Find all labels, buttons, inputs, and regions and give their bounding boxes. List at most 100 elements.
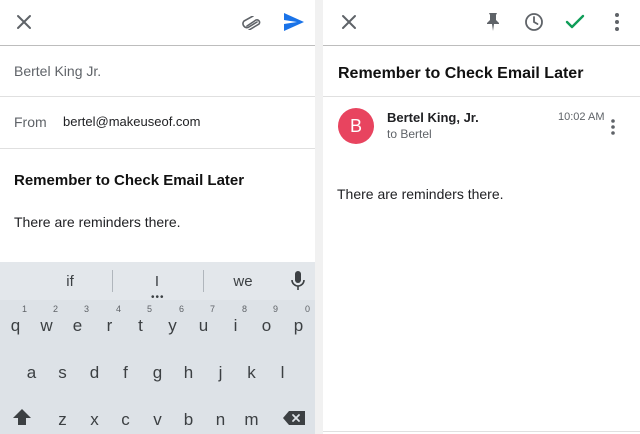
compose-toolbar — [0, 0, 315, 46]
key-label: z — [58, 410, 67, 429]
bottom-divider — [323, 431, 640, 432]
sender-name: Bertel King, Jr. — [387, 110, 479, 125]
key-label: f — [123, 363, 128, 382]
key-y[interactable]: 6y — [158, 302, 187, 346]
panel-divider — [315, 0, 323, 434]
key-label: d — [89, 363, 100, 382]
key-label: q — [10, 316, 21, 335]
suggestion-1[interactable]: if — [55, 273, 85, 290]
message-body: There are reminders there. — [337, 186, 504, 202]
key-hint: 2 — [52, 304, 58, 314]
key-hint: 7 — [209, 304, 215, 314]
key-label: b — [183, 410, 194, 429]
suggestion-bar: if I ••• we — [0, 262, 315, 303]
key-z[interactable]: z — [48, 396, 77, 434]
to-field[interactable]: Bertel King Jr. — [0, 47, 315, 97]
message-more-icon[interactable] — [605, 116, 621, 138]
body-field[interactable]: There are reminders there. — [14, 214, 181, 230]
keyboard: if I ••• we 1q 2w 3e 4r 5t 6y 7u 8i 9o 0… — [0, 262, 315, 434]
key-label: w — [40, 316, 53, 335]
key-label: t — [138, 316, 143, 335]
key-h[interactable]: h — [174, 349, 203, 393]
key-hint: 1 — [21, 304, 27, 314]
suggestion-separator — [203, 270, 204, 292]
suggestion-separator — [112, 270, 113, 292]
key-a[interactable]: a — [17, 349, 46, 393]
key-hint: 6 — [178, 304, 184, 314]
recipient-line[interactable]: to Bertel — [387, 127, 432, 141]
message-panel: Remember to Check Email Later B Bertel K… — [323, 0, 640, 434]
key-o[interactable]: 9o — [252, 302, 281, 346]
key-x[interactable]: x — [80, 396, 109, 434]
key-label: i — [233, 316, 238, 335]
close-icon[interactable] — [337, 10, 361, 34]
close-icon[interactable] — [12, 10, 36, 34]
shift-icon — [7, 408, 36, 431]
key-label: j — [218, 363, 223, 382]
key-u[interactable]: 7u — [189, 302, 218, 346]
key-label: r — [106, 316, 113, 335]
message-subject: Remember to Check Email Later — [338, 65, 584, 82]
key-label: o — [261, 316, 272, 335]
key-f[interactable]: f — [111, 349, 140, 393]
backspace-key[interactable] — [279, 396, 309, 434]
key-label: p — [293, 316, 304, 335]
key-w[interactable]: 2w — [32, 302, 61, 346]
key-label: x — [90, 410, 99, 429]
key-l[interactable]: l — [268, 349, 297, 393]
key-label: y — [168, 316, 177, 335]
send-icon[interactable] — [281, 10, 307, 34]
backspace-icon — [279, 410, 309, 431]
key-n[interactable]: n — [206, 396, 235, 434]
avatar[interactable]: B — [338, 108, 374, 144]
key-k[interactable]: k — [237, 349, 266, 393]
key-hint: 3 — [83, 304, 89, 314]
attach-icon[interactable] — [240, 11, 264, 35]
header-divider — [323, 96, 640, 97]
key-r[interactable]: 4r — [95, 302, 124, 346]
key-s[interactable]: s — [48, 349, 77, 393]
key-label: n — [215, 410, 226, 429]
key-d[interactable]: d — [80, 349, 109, 393]
key-i[interactable]: 8i — [221, 302, 250, 346]
key-t[interactable]: 5t — [126, 302, 155, 346]
key-label: l — [280, 363, 285, 382]
key-label: u — [198, 316, 209, 335]
key-m[interactable]: m — [237, 396, 266, 434]
key-hint: 0 — [304, 304, 310, 314]
key-label: g — [152, 363, 163, 382]
key-b[interactable]: b — [174, 396, 203, 434]
from-field[interactable]: From bertel@makeuseof.com — [0, 97, 315, 149]
from-address: bertel@makeuseof.com — [63, 114, 201, 129]
key-label: e — [72, 316, 83, 335]
key-q[interactable]: 1q — [1, 302, 30, 346]
done-check-icon[interactable] — [563, 10, 587, 34]
key-hint: 5 — [146, 304, 152, 314]
suggestion-3[interactable]: we — [228, 273, 258, 290]
key-e[interactable]: 3e — [63, 302, 92, 346]
pin-icon[interactable] — [481, 10, 505, 34]
key-label: v — [153, 410, 162, 429]
key-label: m — [244, 410, 259, 429]
more-vert-icon[interactable] — [607, 10, 627, 34]
suggestion-2[interactable]: I — [142, 273, 172, 290]
key-j[interactable]: j — [206, 349, 235, 393]
mic-icon[interactable] — [290, 270, 308, 292]
key-label: s — [58, 363, 67, 382]
snooze-clock-icon[interactable] — [522, 10, 546, 34]
to-recipient: Bertel King Jr. — [14, 63, 102, 79]
key-g[interactable]: g — [143, 349, 172, 393]
key-label: h — [183, 363, 194, 382]
key-hint: 4 — [115, 304, 121, 314]
message-time: 10:02 AM — [558, 111, 605, 123]
key-p[interactable]: 0p — [284, 302, 313, 346]
subject-field[interactable]: Remember to Check Email Later — [14, 172, 244, 189]
from-label: From — [14, 114, 47, 130]
compose-panel: Bertel King Jr. From bertel@makeuseof.co… — [0, 0, 315, 434]
message-toolbar — [323, 0, 640, 46]
key-label: a — [26, 363, 37, 382]
key-c[interactable]: c — [111, 396, 140, 434]
shift-key[interactable] — [7, 396, 36, 434]
key-v[interactable]: v — [143, 396, 172, 434]
key-label: k — [247, 363, 256, 382]
